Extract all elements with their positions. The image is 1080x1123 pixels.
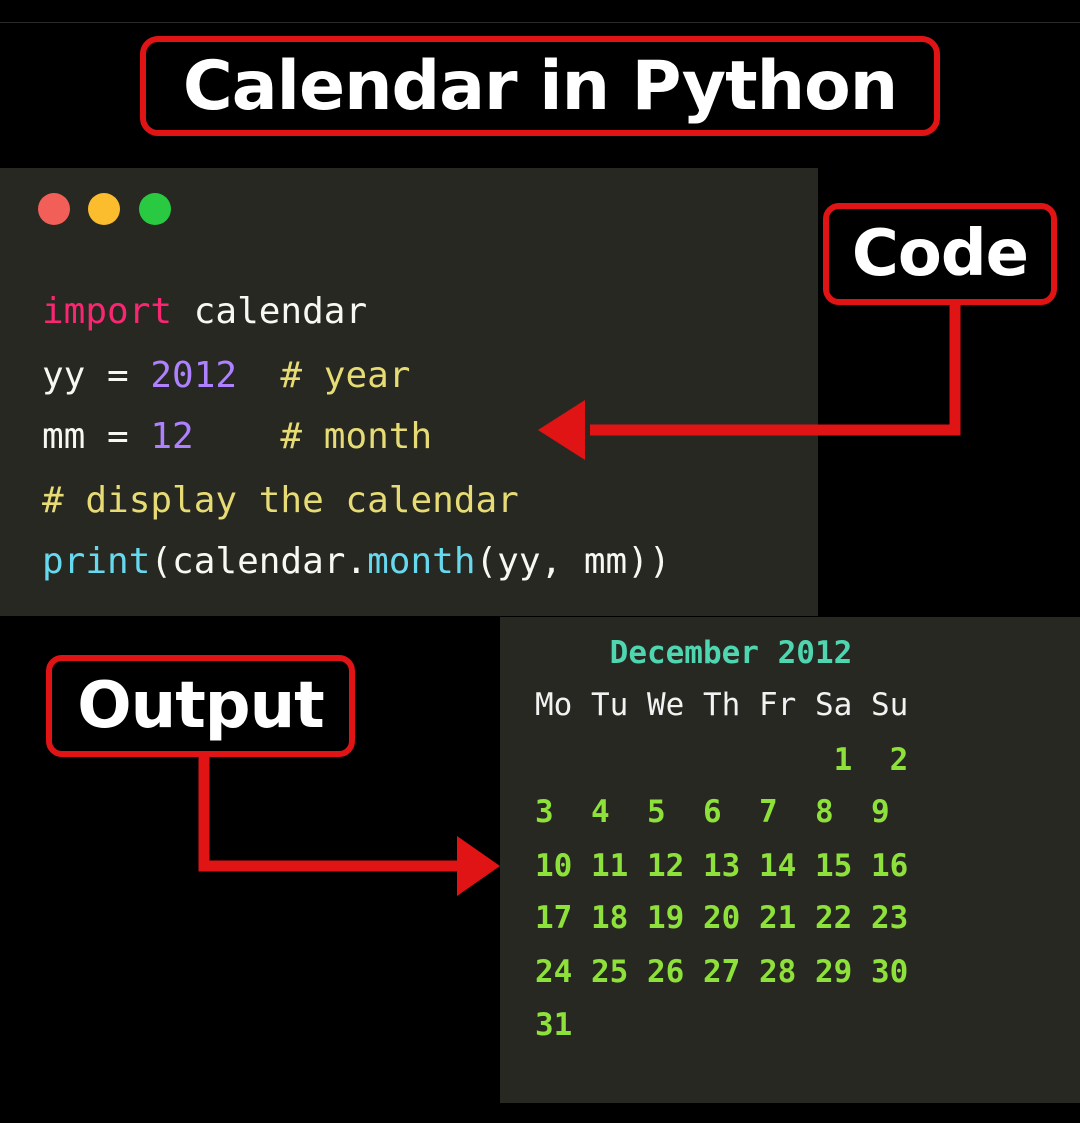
output-arrow-head (457, 836, 500, 896)
code-arrow-head (538, 400, 585, 460)
code-arrow-line (590, 305, 961, 436)
output-arrow-line (198, 757, 462, 872)
pointer-arrows (198, 305, 961, 896)
